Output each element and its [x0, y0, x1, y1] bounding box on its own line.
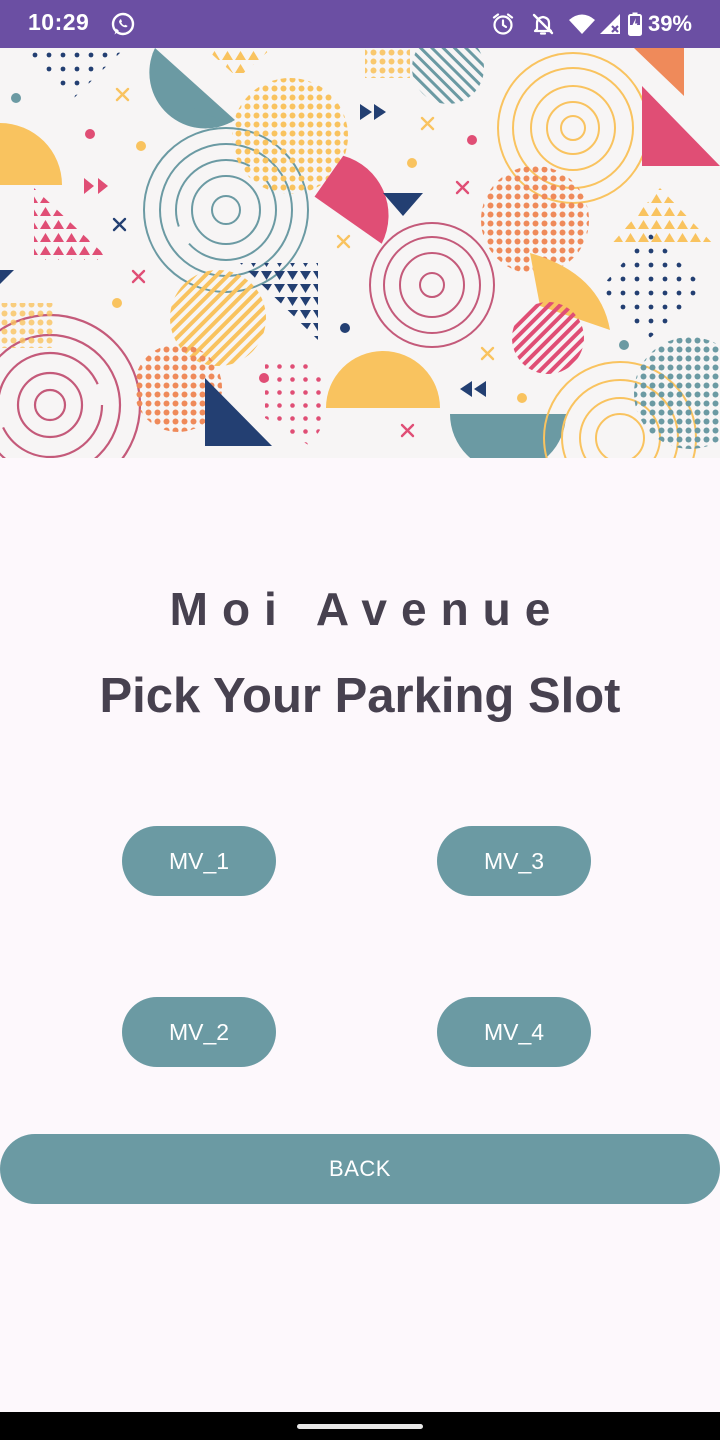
battery-icon [627, 12, 642, 36]
whatsapp-icon [110, 11, 136, 37]
alarm-icon [490, 11, 516, 37]
geometric-pattern [0, 48, 720, 458]
battery-percentage: 39% [647, 11, 692, 36]
page-title: Pick Your Parking Slot [99, 669, 621, 723]
location-title: Moi Avenue [169, 583, 565, 635]
slot-button-mv2[interactable]: MV_2 [122, 997, 276, 1067]
status-icons: 39% [490, 0, 692, 48]
wifi-icon [568, 12, 596, 36]
back-button[interactable]: BACK [0, 1134, 720, 1204]
home-gesture-handle[interactable] [297, 1424, 423, 1429]
slot-button-mv1[interactable]: MV_1 [122, 826, 276, 896]
notifications-off-icon [530, 11, 556, 37]
parking-slot-screen: 10:29 39% Moi Avenue Pick Your Parking S… [0, 0, 720, 1440]
slot-button-mv4[interactable]: MV_4 [437, 997, 591, 1067]
header-banner-image [0, 48, 720, 458]
slot-button-mv3[interactable]: MV_3 [437, 826, 591, 896]
status-bar: 10:29 39% [0, 0, 720, 48]
system-navigation-bar [0, 1412, 720, 1440]
status-time: 10:29 [28, 9, 90, 35]
signal-icon [598, 12, 622, 36]
